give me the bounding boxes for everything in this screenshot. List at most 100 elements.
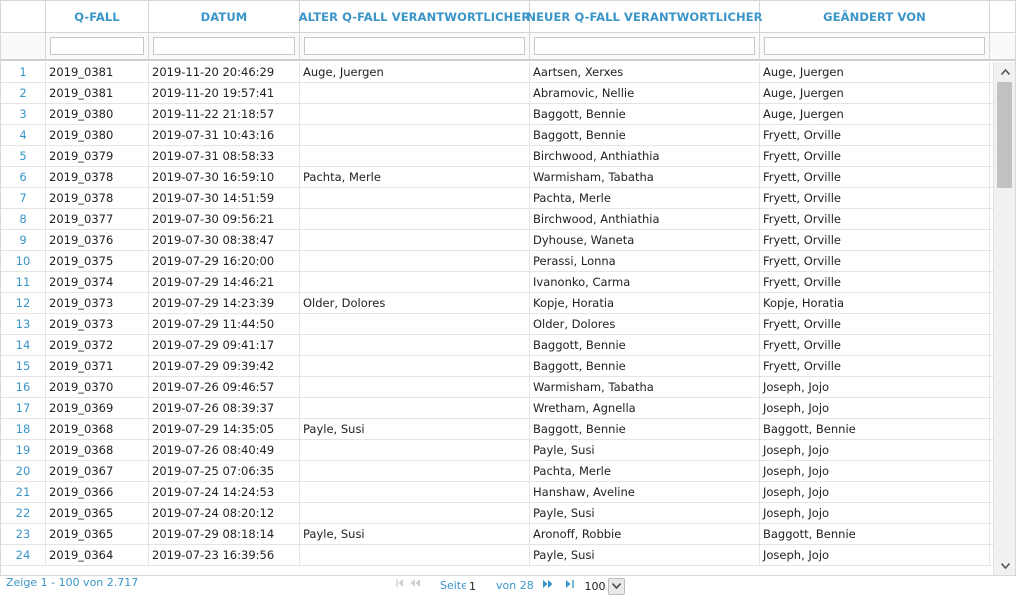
table-row[interactable]: 19 2019_0368 2019-07-26 08:40:49 Payle, Sus… [1, 440, 993, 461]
table-row[interactable]: 24 2019_0364 2019-07-23 16:39:56 Payle, Sus… [1, 545, 993, 566]
page-number-input[interactable] [466, 578, 490, 594]
table-row[interactable]: 1 2019_0381 2019-11-20 20:46:29 Auge, Juerg… [1, 62, 993, 83]
cell-datum: 2019-11-20 20:46:29 [149, 62, 300, 82]
page-size-select[interactable]: 100 [582, 577, 627, 595]
page-of-label: von 28 [496, 579, 534, 592]
cell-geaendert: Baggott, Bennie [760, 419, 990, 439]
table-row[interactable]: 13 2019_0373 2019-07-29 11:44:50 Older, Dol… [1, 314, 993, 335]
vertical-scrollbar[interactable] [993, 62, 1015, 575]
cell-datum: 2019-07-30 09:56:21 [149, 209, 300, 229]
row-container: 1 2019_0381 2019-11-20 20:46:29 Auge, Juerg… [1, 62, 993, 566]
next-page-icon[interactable] [542, 579, 554, 592]
cell-neuer: Baggott, Bennie [530, 335, 760, 355]
row-number: 20 [1, 461, 46, 481]
row-number: 16 [1, 377, 46, 397]
table-row[interactable]: 2 2019_0381 2019-11-20 19:57:41 Abramovic, … [1, 83, 993, 104]
cell-qfall: 2019_0370 [46, 377, 149, 397]
last-page-icon[interactable] [565, 579, 576, 592]
cell-qfall: 2019_0367 [46, 461, 149, 481]
data-grid: Q-FALL DATUM ALTER Q-FALL VERANTWORTLICH… [0, 0, 1016, 576]
row-number: 17 [1, 398, 46, 418]
table-row[interactable]: 7 2019_0378 2019-07-30 14:51:59 Pachta, Mer… [1, 188, 993, 209]
filter-datum-input[interactable] [153, 37, 295, 55]
cell-neuer: Warmisham, Tabatha [530, 377, 760, 397]
chevron-down-icon[interactable] [994, 558, 1015, 574]
table-row[interactable]: 16 2019_0370 2019-07-26 09:46:57 Warmisham,… [1, 377, 993, 398]
cell-alter [300, 230, 530, 250]
filter-neuer-cell [530, 33, 760, 59]
cell-qfall: 2019_0368 [46, 419, 149, 439]
table-row[interactable]: 23 2019_0365 2019-07-29 08:18:14 Payle, Sus… [1, 524, 993, 545]
cell-qfall: 2019_0365 [46, 524, 149, 544]
chevron-up-icon[interactable] [994, 64, 1015, 80]
header-geaendert-von[interactable]: GEÄNDERT VON [760, 1, 990, 32]
header-alter-verantwortlicher[interactable]: ALTER Q-FALL VERANTWORTLICHER [299, 1, 530, 32]
header-qfall[interactable]: Q-FALL [46, 1, 149, 32]
filter-alter-cell [300, 33, 530, 59]
row-number: 19 [1, 440, 46, 460]
cell-geaendert: Fryett, Orville [760, 209, 990, 229]
row-number: 1 [1, 62, 46, 82]
cell-qfall: 2019_0381 [46, 83, 149, 103]
table-row[interactable]: 11 2019_0374 2019-07-29 14:46:21 Ivanonko, … [1, 272, 993, 293]
page-size-value: 100 [584, 579, 606, 593]
row-number: 14 [1, 335, 46, 355]
cell-alter [300, 251, 530, 271]
filter-geaendert-input[interactable] [764, 37, 985, 55]
table-row[interactable]: 18 2019_0368 2019-07-29 14:35:05 Payle, Sus… [1, 419, 993, 440]
cell-neuer: Wretham, Agnella [530, 398, 760, 418]
table-row[interactable]: 10 2019_0375 2019-07-29 16:20:00 Perassi, L… [1, 251, 993, 272]
filter-qfall-input[interactable] [50, 37, 144, 55]
first-prev-page-icons[interactable] [395, 578, 431, 591]
cell-alter [300, 314, 530, 334]
row-number: 13 [1, 314, 46, 334]
table-row[interactable]: 12 2019_0373 2019-07-29 14:23:39 Older, Dol… [1, 293, 993, 314]
cell-qfall: 2019_0379 [46, 146, 149, 166]
chevron-down-icon[interactable] [608, 577, 625, 595]
table-row[interactable]: 6 2019_0378 2019-07-30 16:59:10 Pachta, Mer… [1, 167, 993, 188]
cell-qfall: 2019_0369 [46, 398, 149, 418]
cell-geaendert: Joseph, Jojo [760, 545, 990, 565]
scrollbar-thumb[interactable] [997, 82, 1012, 188]
cell-geaendert: Fryett, Orville [760, 251, 990, 271]
cell-neuer: Abramovic, Nellie [530, 83, 760, 103]
cell-alter [300, 461, 530, 481]
cell-qfall: 2019_0373 [46, 314, 149, 334]
cell-datum: 2019-07-29 08:18:14 [149, 524, 300, 544]
table-row[interactable]: 3 2019_0380 2019-11-22 21:18:57 Baggott, Be… [1, 104, 993, 125]
filter-neuer-input[interactable] [534, 37, 755, 55]
table-row[interactable]: 22 2019_0365 2019-07-24 08:20:12 Payle, Sus… [1, 503, 993, 524]
cell-qfall: 2019_0364 [46, 545, 149, 565]
filter-datum-cell [149, 33, 300, 59]
cell-qfall: 2019_0376 [46, 230, 149, 250]
row-number: 23 [1, 524, 46, 544]
table-row[interactable]: 20 2019_0367 2019-07-25 07:06:35 Pachta, Me… [1, 461, 993, 482]
cell-geaendert: Fryett, Orville [760, 356, 990, 376]
row-number: 21 [1, 482, 46, 502]
cell-datum: 2019-07-31 10:43:16 [149, 125, 300, 145]
cell-alter: Older, Dolores [300, 293, 530, 313]
table-row[interactable]: 5 2019_0379 2019-07-31 08:58:33 Birchwood, … [1, 146, 993, 167]
table-row[interactable]: 15 2019_0371 2019-07-29 09:39:42 Baggott, B… [1, 356, 993, 377]
row-number: 7 [1, 188, 46, 208]
cell-alter [300, 335, 530, 355]
cell-datum: 2019-07-31 08:58:33 [149, 146, 300, 166]
cell-qfall: 2019_0378 [46, 188, 149, 208]
cell-qfall: 2019_0373 [46, 293, 149, 313]
table-row[interactable]: 8 2019_0377 2019-07-30 09:56:21 Birchwood, … [1, 209, 993, 230]
table-row[interactable]: 4 2019_0380 2019-07-31 10:43:16 Baggott, Be… [1, 125, 993, 146]
cell-alter: Payle, Susi [300, 524, 530, 544]
cell-neuer: Older, Dolores [530, 314, 760, 334]
cell-geaendert: Joseph, Jojo [760, 503, 990, 523]
header-neuer-verantwortlicher[interactable]: NEUER Q-FALL VERANTWORTLICHER [526, 1, 763, 32]
table-row[interactable]: 17 2019_0369 2019-07-26 08:39:37 Wretham, A… [1, 398, 993, 419]
table-row[interactable]: 14 2019_0372 2019-07-29 09:41:17 Baggott, B… [1, 335, 993, 356]
cell-geaendert: Joseph, Jojo [760, 482, 990, 502]
row-number: 4 [1, 125, 46, 145]
table-row[interactable]: 9 2019_0376 2019-07-30 08:38:47 Dyhouse, Wa… [1, 230, 993, 251]
header-datum[interactable]: DATUM [149, 1, 300, 32]
table-row[interactable]: 21 2019_0366 2019-07-24 14:24:53 Hanshaw, A… [1, 482, 993, 503]
filter-alter-input[interactable] [304, 37, 525, 55]
cell-qfall: 2019_0368 [46, 440, 149, 460]
row-number: 8 [1, 209, 46, 229]
